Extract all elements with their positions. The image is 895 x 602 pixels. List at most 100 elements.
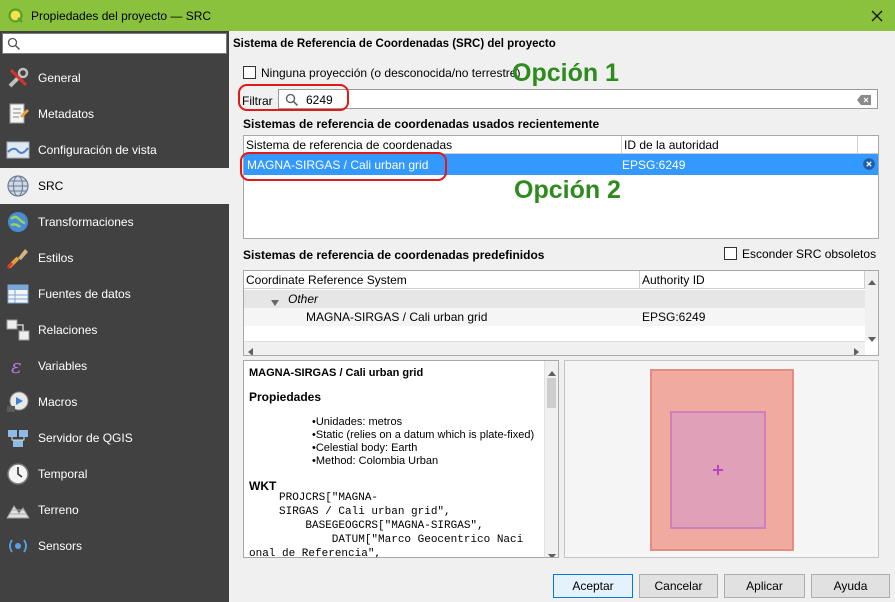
scroll-down-icon[interactable] bbox=[548, 548, 556, 557]
annotation-option-1: Opción 1 bbox=[512, 59, 619, 87]
scroll-up-icon[interactable] bbox=[868, 274, 876, 288]
close-icon bbox=[871, 10, 883, 22]
apply-button[interactable]: Aplicar bbox=[724, 574, 805, 598]
sidebar-item-relaciones[interactable]: Relaciones bbox=[0, 312, 229, 348]
details-crs-name: MAGNA-SIRGAS / Cali urban grid bbox=[249, 367, 424, 379]
wkt-line: BASEGEOGCRS["MAGNA-SIRGAS", bbox=[279, 520, 484, 532]
table-row[interactable]: MAGNA-SIRGAS / Cali urban grid EPSG:6249 bbox=[244, 308, 865, 326]
sidebar-item-label: SRC bbox=[38, 179, 64, 193]
scroll-up-icon[interactable] bbox=[548, 365, 556, 379]
globe-transform-icon bbox=[6, 210, 30, 234]
qgis-logo-icon bbox=[8, 8, 24, 24]
sidebar-item-label: Sensors bbox=[38, 539, 83, 553]
paint-brush-icon bbox=[6, 246, 30, 270]
sidebar-item-fuentes-datos[interactable]: Fuentes de datos bbox=[0, 276, 229, 312]
predefined-crs-table[interactable]: Coordinate Reference System Authority ID… bbox=[243, 270, 879, 356]
vertical-scrollbar[interactable] bbox=[865, 271, 878, 342]
details-property-item: •Celestial body: Earth bbox=[312, 442, 418, 454]
wkt-line: PROJCRS["MAGNA- bbox=[279, 492, 379, 504]
panel-title: Sistema de Referencia de Coordenadas (SR… bbox=[233, 38, 556, 50]
vertical-scrollbar[interactable] bbox=[544, 361, 558, 557]
tree-group-label: Other bbox=[288, 292, 319, 306]
predefined-row-crs-name: MAGNA-SIRGAS / Cali urban grid bbox=[306, 310, 488, 324]
sidebar-item-terreno[interactable]: Terreno bbox=[0, 492, 229, 528]
clock-icon bbox=[6, 462, 30, 486]
scroll-right-icon[interactable] bbox=[854, 345, 859, 355]
sidebar-item-label: Temporal bbox=[38, 467, 88, 481]
property-text: Celestial body: Earth bbox=[315, 442, 418, 454]
hide-deprecated-label[interactable]: Esconder SRC obsoletos bbox=[742, 247, 876, 261]
sidebar-item-metadatos[interactable]: Metadatos bbox=[0, 96, 229, 132]
crs-details-content: MAGNA-SIRGAS / Cali urban grid Propiedad… bbox=[244, 361, 544, 557]
wkt-line: onal de Referencia", bbox=[249, 548, 382, 557]
search-icon bbox=[7, 37, 21, 51]
server-icon bbox=[6, 426, 30, 450]
sidebar-item-label: Macros bbox=[38, 395, 78, 409]
scroll-thumb[interactable] bbox=[547, 378, 556, 408]
remove-icon[interactable] bbox=[863, 158, 875, 170]
globe-icon bbox=[6, 174, 30, 198]
details-property-item: •Static (relies on a datum which is plat… bbox=[312, 429, 535, 441]
scroll-down-icon[interactable] bbox=[868, 331, 876, 345]
sidebar-item-configuracion-vista[interactable]: Configuración de vista bbox=[0, 132, 229, 168]
crs-details-panel[interactable]: MAGNA-SIRGAS / Cali urban grid Propiedad… bbox=[243, 360, 559, 558]
variable-icon: ε bbox=[6, 354, 30, 378]
terrain-icon bbox=[6, 498, 30, 522]
property-text: Method: Colombia Urban bbox=[315, 455, 439, 467]
sidebar-item-general[interactable]: General bbox=[0, 60, 229, 96]
expand-arrow-icon[interactable] bbox=[271, 295, 279, 309]
wrench-screwdriver-icon bbox=[6, 66, 30, 90]
scroll-left-icon[interactable] bbox=[248, 345, 253, 355]
extent-map-graphic bbox=[650, 369, 794, 551]
details-wkt-heading: WKT bbox=[249, 479, 277, 493]
recent-crs-title: Sistemas de referencia de coordenadas us… bbox=[243, 117, 600, 131]
sidebar-item-transformaciones[interactable]: Transformaciones bbox=[0, 204, 229, 240]
no-projection-checkbox[interactable] bbox=[243, 66, 256, 79]
recent-row-authority-id: EPSG:6249 bbox=[622, 158, 686, 172]
sidebar-item-temporal[interactable]: Temporal bbox=[0, 456, 229, 492]
tree-group-row[interactable]: Other bbox=[244, 290, 865, 308]
highlight-ring-filter bbox=[238, 84, 349, 111]
column-header-authority-id[interactable]: Authority ID bbox=[640, 271, 865, 289]
no-projection-label[interactable]: Ninguna proyección (o desconocida/no ter… bbox=[261, 66, 520, 80]
sidebar-item-estilos[interactable]: Estilos bbox=[0, 240, 229, 276]
sidebar-item-label: Servidor de QGIS bbox=[38, 431, 133, 445]
annotation-option-2: Opción 2 bbox=[514, 176, 621, 204]
horizontal-scrollbar[interactable] bbox=[244, 341, 865, 355]
sidebar-item-src[interactable]: SRC bbox=[0, 168, 229, 204]
crs-extent-preview bbox=[564, 360, 879, 558]
sidebar-item-variables[interactable]: ε Variables bbox=[0, 348, 229, 384]
map-view-icon bbox=[6, 138, 30, 162]
filter-input[interactable]: 6249 bbox=[278, 89, 878, 109]
predefined-row-authority-id: EPSG:6249 bbox=[642, 310, 706, 324]
close-button[interactable] bbox=[862, 4, 892, 28]
sensor-icon bbox=[6, 534, 30, 558]
property-text: Static (relies on a datum which is plate… bbox=[315, 429, 535, 441]
sidebar-item-label: Estilos bbox=[38, 251, 74, 265]
sidebar-item-servidor-qgis[interactable]: Servidor de QGIS bbox=[0, 420, 229, 456]
column-header-blank bbox=[858, 136, 878, 154]
help-button[interactable]: Ayuda bbox=[811, 574, 890, 598]
clear-text-icon[interactable] bbox=[857, 94, 871, 108]
column-header-crs[interactable]: Coordinate Reference System bbox=[244, 271, 640, 289]
sidebar-item-label: Configuración de vista bbox=[38, 143, 157, 157]
wkt-line: SIRGAS / Cali urban grid", bbox=[279, 506, 451, 518]
svg-text:ε: ε bbox=[11, 354, 22, 378]
hide-deprecated-checkbox[interactable] bbox=[724, 247, 737, 260]
details-property-item: •Method: Colombia Urban bbox=[312, 455, 439, 467]
sidebar-item-label: Metadatos bbox=[38, 107, 95, 121]
highlight-ring-recent bbox=[240, 152, 447, 181]
column-header-authority-id[interactable]: ID de la autoridad bbox=[622, 136, 858, 154]
sidebar-item-label: Terreno bbox=[38, 503, 79, 517]
details-property-item: •Unidades: metros bbox=[312, 416, 403, 428]
sidebar: General Metadatos Configuración de vista… bbox=[0, 31, 229, 602]
accept-button[interactable]: Aceptar bbox=[553, 574, 633, 598]
metadata-document-icon bbox=[6, 102, 30, 126]
cancel-button[interactable]: Cancelar bbox=[639, 574, 718, 598]
table-icon bbox=[6, 282, 30, 306]
sidebar-item-macros[interactable]: Macros bbox=[0, 384, 229, 420]
sidebar-item-label: Transformaciones bbox=[38, 215, 134, 229]
sidebar-search-input[interactable] bbox=[2, 33, 227, 54]
sidebar-item-sensors[interactable]: Sensors bbox=[0, 528, 229, 564]
macro-icon bbox=[6, 390, 30, 414]
